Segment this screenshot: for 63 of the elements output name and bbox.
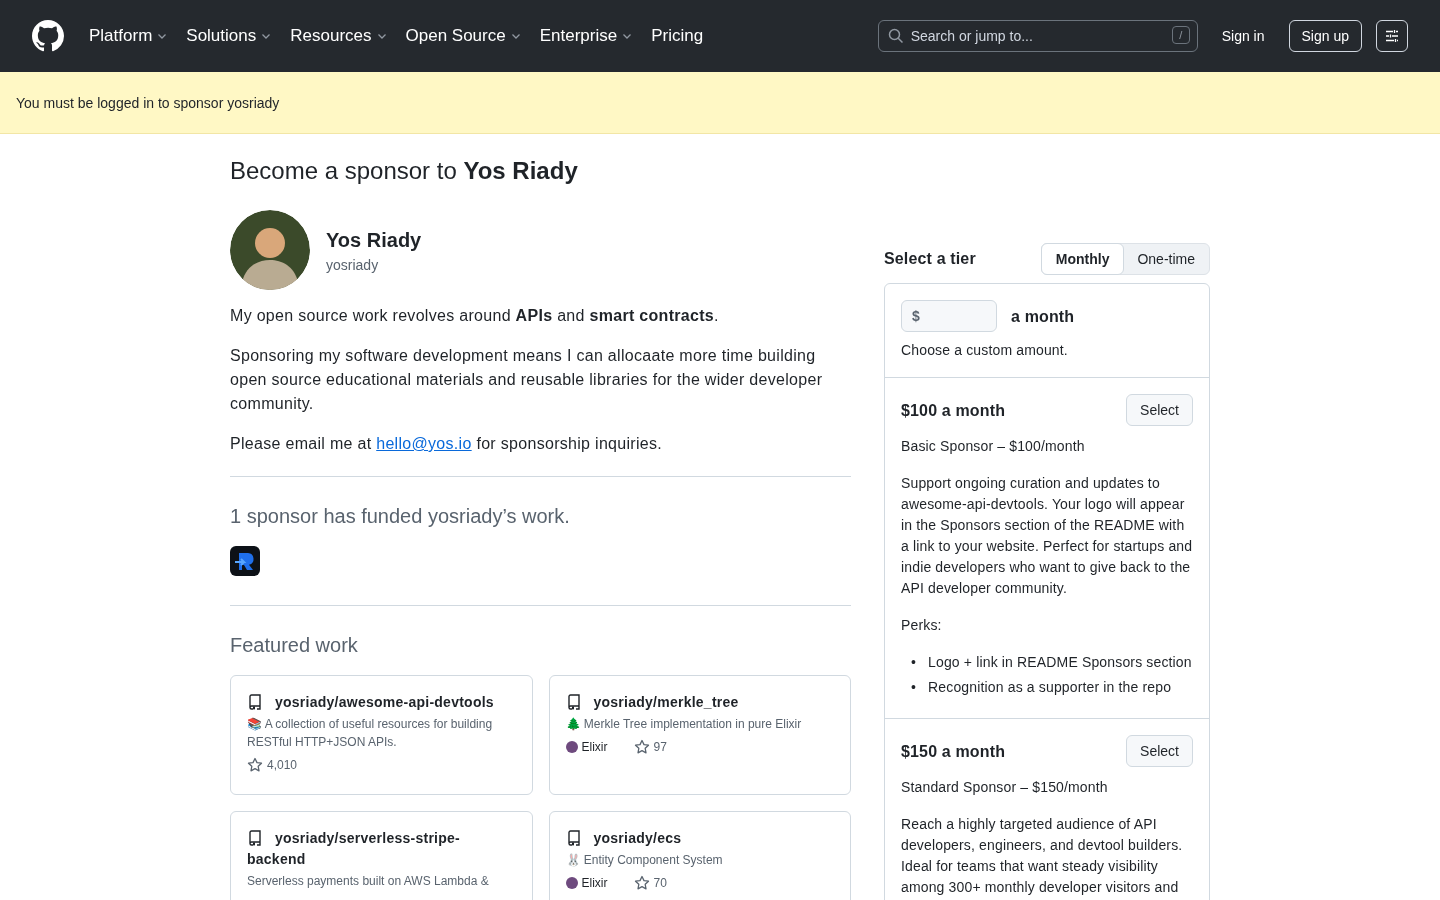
nav-menu-item[interactable]: Enterprise [530,20,643,52]
email-link[interactable]: hello@yos.io [376,435,472,452]
bio-paragraph: My open source work revolves around APIs and smart contracts. [230,306,720,326]
star-icon [633,739,650,755]
language-label: Elixir [581,876,608,890]
tier-price: $150 a month [901,741,1006,762]
sponsor-username: yosriady [326,257,380,273]
settings-button[interactable] [1376,20,1408,52]
nav-menu-item[interactable]: Solutions [177,20,282,52]
repo-icon [247,694,263,710]
nav-menu-item[interactable]: Resources [281,20,397,52]
github-logo-icon[interactable] [32,20,64,52]
repo-icon [565,694,582,710]
sponsor-name: Yos Riady [326,228,422,253]
nav-menu-item[interactable]: Open Source [396,20,531,52]
frequency-tab[interactable]: One-time [1123,244,1209,274]
sign-up-button[interactable]: Sign up [1288,20,1362,52]
bio-paragraph: Please email me at hello@yos.io for sponsorship inquiries. [230,434,664,454]
sponsor-summary: 1 sponsor has funded yosriady’s work. [230,505,571,528]
star-count: 70 [653,876,667,890]
repo-icon [247,830,263,846]
tier-heading: Select a tier [884,250,976,268]
star-count: 97 [653,740,667,754]
sign-in-link[interactable]: Sign in [1209,22,1277,50]
perk-item: Recognition as a supporter in the repo [928,678,1172,697]
amount-suffix: a month [1011,306,1075,327]
perks-label: Perks: [901,616,943,635]
page-title: Become a sponsor to Yos Riady [230,156,579,186]
tier-price: $100 a month [901,400,1006,421]
keyboard-shortcut: / [1171,26,1190,44]
sliders-icon [1384,28,1400,44]
frequency-tab[interactable]: Monthly [1040,243,1125,275]
repo-link[interactable]: yosriady/serverless-stripe-backend [247,828,516,870]
star-count: 4,010 [267,758,298,772]
star-icon [247,757,263,773]
language-label: Elixir [581,740,608,754]
select-button[interactable]: Select [1126,394,1193,426]
tier-description: Support ongoing curation and updates to awesome-api-devtools. Your logo will appear in the Sponsors section of the README with a link to your website. Perfect for startups and indie developers who want to give back to the API developer community. [901,474,1193,598]
tier-name: Standard Sponsor – $150/month [901,778,1109,797]
bullet-mark: • [911,653,917,672]
bio-paragraph: Sponsoring my software development means I can allocaate more time building open source educational materials and reusable libraries for the wider developer community. [230,346,824,414]
custom-amount-note: Choose a custom amount. [901,341,1069,360]
nav-menu-item[interactable]: Pricing [642,20,713,52]
select-button[interactable]: Select [1126,735,1193,767]
section-heading: Featured work [230,634,359,657]
search-icon [887,28,904,44]
amount-field[interactable]: $ [901,300,997,332]
repo-icon [565,830,582,846]
repo-link[interactable]: yosriady/ecs [565,828,834,849]
repo-description: 🐰 Entity Component System [565,852,724,869]
repo-link[interactable]: yosriady/awesome-api-devtools [247,692,516,713]
repo-description: Serverless payments built on AWS Lambda & [247,873,490,890]
bullet-mark: • [911,678,917,697]
perk-item: Logo + link in README Sponsors section [928,653,1192,672]
tier-description: Reach a highly targeted audience of API developers, engineers, and devtool builders. Ideal for teams that want steady visibility among 300+ monthly developer visitors and [901,815,1184,897]
tier-name: Basic Sponsor – $100/month [901,437,1086,456]
nav-menu-item[interactable]: Platform [80,20,178,52]
login-warning: You must be logged in to sponsor yosriady [16,94,280,111]
repo-link[interactable]: yosriady/merkle_tree [565,692,834,713]
star-icon [633,875,650,891]
repo-description: 📚 A collection of useful resources for building RESTful HTTP+JSON APIs. [247,716,494,751]
sponsor-logo-icon[interactable] [230,546,260,576]
repo-description: 🌲 Merkle Tree implementation in pure Elixir [565,716,803,733]
